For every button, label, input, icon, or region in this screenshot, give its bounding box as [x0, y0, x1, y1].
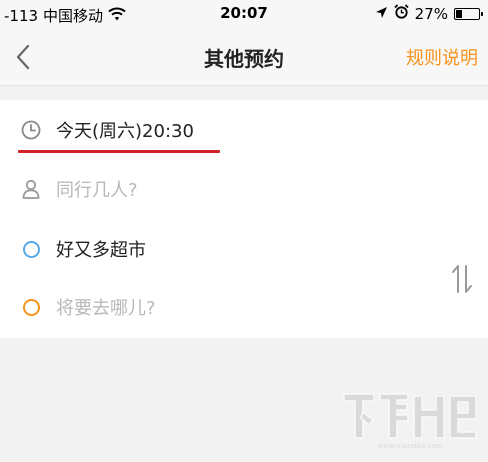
origin-value: 好又多超市 — [56, 240, 146, 261]
passenger-count-placeholder: 同行几人? — [56, 180, 138, 201]
time-value: 今天(周六)20:30 — [56, 121, 194, 142]
destination-placeholder: 将要去哪儿? — [56, 298, 156, 319]
back-icon — [16, 44, 30, 70]
battery-percent: 27% — [414, 4, 448, 23]
status-right: 27% — [375, 4, 483, 23]
back-button[interactable] — [12, 42, 36, 72]
battery-icon — [454, 7, 483, 20]
destination-dot-icon — [18, 294, 44, 320]
passenger-count-field[interactable]: 同行几人? — [18, 169, 138, 209]
alarm-icon — [394, 4, 409, 23]
destination-field[interactable]: 将要去哪儿? — [18, 287, 156, 327]
swap-route-button[interactable] — [450, 262, 474, 296]
nav-bar: 其他预约 规则说明 — [0, 28, 488, 86]
time-highlight-underline — [18, 150, 220, 153]
origin-field[interactable]: 好又多超市 — [18, 229, 146, 269]
battery-fill — [456, 9, 462, 18]
clock-icon — [18, 117, 44, 143]
person-icon — [18, 176, 44, 202]
location-arrow-icon — [375, 5, 388, 23]
origin-dot-icon — [18, 236, 44, 262]
watermark-logo: www.xiazaiba.com — [340, 388, 480, 450]
swap-icon — [452, 265, 472, 293]
rules-link[interactable]: 规则说明 — [406, 44, 478, 70]
time-selector[interactable]: 今天(周六)20:30 — [18, 110, 194, 150]
watermark-url: www.xiazaiba.com — [378, 442, 443, 450]
status-bar: -113 中国移动 20:07 27% — [0, 0, 488, 28]
